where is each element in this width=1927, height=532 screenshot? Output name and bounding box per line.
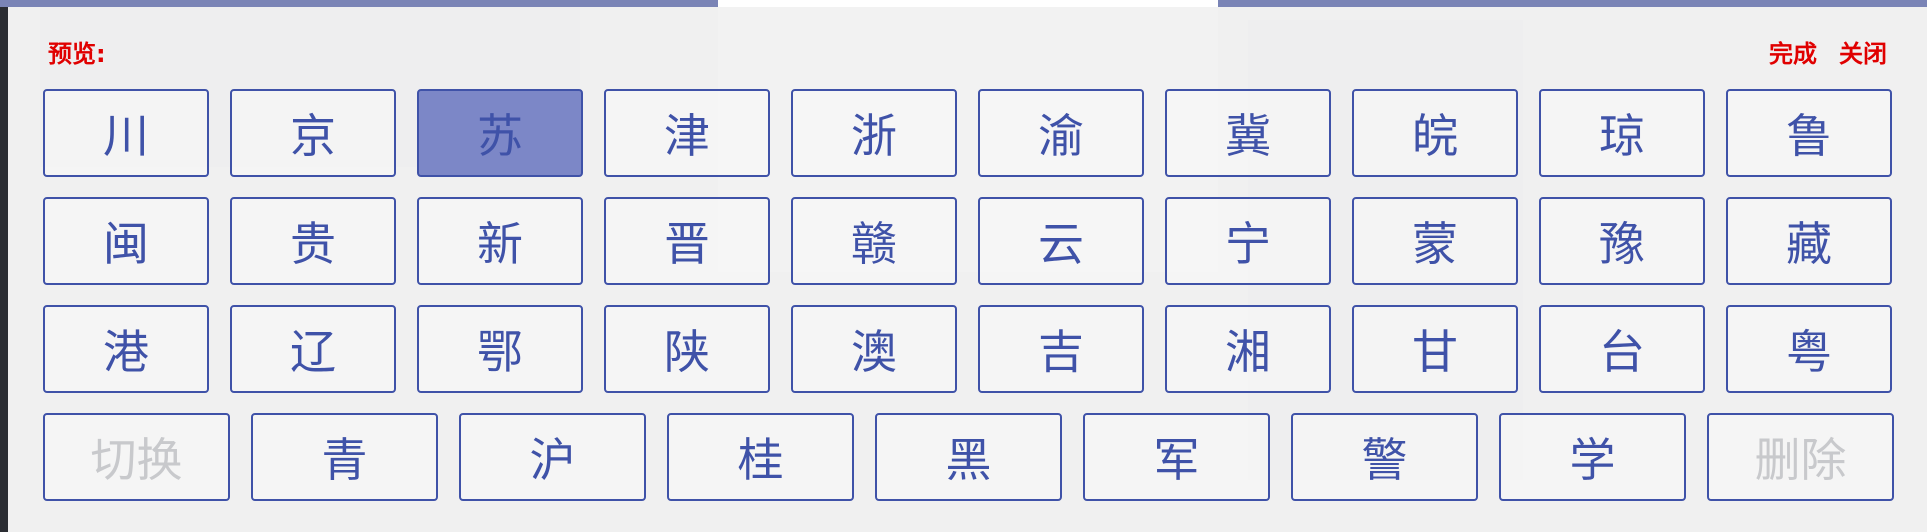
preview-label: 预览: [48,40,106,68]
key-jing[interactable]: 京 [230,89,396,177]
key-gang[interactable]: 港 [43,305,209,393]
key-xue[interactable]: 学 [1499,413,1686,501]
key-qiong[interactable]: 琼 [1539,89,1705,177]
key-min[interactable]: 闽 [43,197,209,285]
key-hei[interactable]: 黑 [875,413,1062,501]
key-meng[interactable]: 蒙 [1352,197,1518,285]
key-xin[interactable]: 新 [417,197,583,285]
key-gan-jiangxi[interactable]: 赣 [791,197,957,285]
key-jin-tianjin[interactable]: 津 [604,89,770,177]
key-ning[interactable]: 宁 [1165,197,1331,285]
key-gui-guangxi[interactable]: 桂 [667,413,854,501]
background-left-edge [0,0,8,532]
key-liao[interactable]: 辽 [230,305,396,393]
province-keyboard: 预览: 完成 关闭 川 京 苏 津 浙 渝 冀 皖 琼 鲁 闽 贵 新 晋 赣 … [8,7,1927,532]
key-tai[interactable]: 台 [1539,305,1705,393]
key-ao[interactable]: 澳 [791,305,957,393]
key-jun[interactable]: 军 [1083,413,1270,501]
key-zang[interactable]: 藏 [1726,197,1892,285]
key-lu[interactable]: 鲁 [1726,89,1892,177]
key-gan-gansu[interactable]: 甘 [1352,305,1518,393]
key-xiang[interactable]: 湘 [1165,305,1331,393]
key-chuan[interactable]: 川 [43,89,209,177]
key-yu-henan[interactable]: 豫 [1539,197,1705,285]
key-ji-jilin[interactable]: 吉 [978,305,1144,393]
key-gui-guizhou[interactable]: 贵 [230,197,396,285]
key-hu[interactable]: 沪 [459,413,646,501]
key-e[interactable]: 鄂 [417,305,583,393]
key-yue[interactable]: 粤 [1726,305,1892,393]
done-button[interactable]: 完成 [1769,34,1817,69]
switch-button[interactable]: 切换 [43,413,230,501]
keyboard-actions: 完成 关闭 [1769,34,1887,69]
key-jing-police[interactable]: 警 [1291,413,1478,501]
delete-button[interactable]: 删除 [1707,413,1894,501]
key-su-selected[interactable]: 苏 [417,89,583,177]
key-shan[interactable]: 陕 [604,305,770,393]
key-ji-hebei[interactable]: 冀 [1165,89,1331,177]
close-button[interactable]: 关闭 [1839,34,1887,69]
key-qing[interactable]: 青 [251,413,438,501]
key-yun[interactable]: 云 [978,197,1144,285]
key-wan[interactable]: 皖 [1352,89,1518,177]
key-zhe[interactable]: 浙 [791,89,957,177]
key-jin-shanxi[interactable]: 晋 [604,197,770,285]
key-yu-chongqing[interactable]: 渝 [978,89,1144,177]
